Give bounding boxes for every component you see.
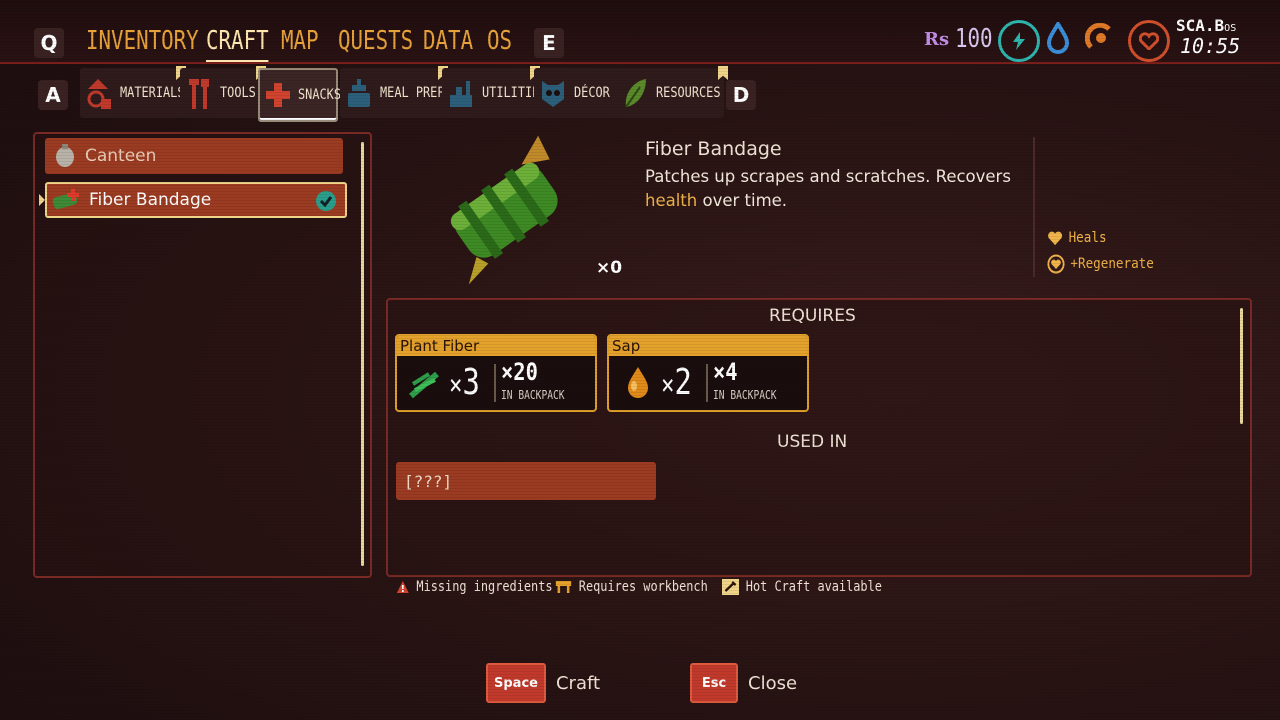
ingredient-required-qty: ×2 [661, 362, 692, 403]
ingredient-divider [494, 364, 496, 402]
tab-map[interactable]: MAP [281, 26, 319, 56]
regenerate-heart-icon [1047, 254, 1065, 274]
category-label: MEAL PREP [380, 85, 445, 101]
heart-icon [1048, 231, 1063, 246]
in-backpack-label: IN BACKPACK [501, 388, 565, 402]
requires-scrollbar[interactable] [1240, 308, 1243, 424]
top-nav: Q INVENTORY CRAFT MAP QUESTS DATA OS E R… [0, 0, 1280, 64]
category-label: TOOLS [220, 85, 256, 101]
prev-category-key[interactable]: A [38, 80, 68, 110]
plant-fiber-icon [409, 371, 439, 399]
food-icon [1082, 20, 1118, 56]
category-tools[interactable]: TOOLS [180, 66, 266, 118]
highlight-word: health [645, 191, 698, 210]
used-in-title: USED IN [777, 432, 848, 452]
prev-menu-key[interactable]: Q [34, 28, 64, 58]
tools-icon [184, 74, 214, 112]
category-label: RESOURCES [656, 85, 721, 101]
currency-display: Rs 100 [924, 24, 1002, 54]
space-key[interactable]: Space [486, 663, 546, 703]
craft-action[interactable]: Space Craft [486, 663, 600, 703]
tab-quests[interactable]: QUESTS [338, 26, 413, 56]
canteen-icon [56, 144, 74, 167]
ingredient-name: Plant Fiber [397, 336, 595, 356]
stamina-icon [998, 20, 1040, 62]
effect-regenerate: +Regenerate [1047, 254, 1154, 274]
ingredient-have-qty: ×20 [501, 358, 538, 386]
in-backpack-label: IN BACKPACK [713, 388, 777, 402]
category-utilities[interactable]: UTILITIES [442, 66, 546, 118]
item-description: Patches up scrapes and scratches. Recove… [645, 167, 1011, 210]
meal-prep-icon [344, 74, 374, 112]
recipe-list: Canteen Fiber Bandage [33, 132, 372, 578]
tab-craft[interactable]: CRAFT [206, 26, 269, 62]
list-item-label: Fiber Bandage [89, 190, 212, 210]
category-label: SNACKS [298, 87, 341, 103]
close-label: Close [748, 672, 798, 694]
tab-inventory[interactable]: INVENTORY [86, 26, 199, 56]
category-materials[interactable]: MATERIALS [80, 66, 186, 118]
hot-craft-icon [722, 579, 739, 595]
fiber-bandage-icon [52, 189, 79, 210]
health-heart-icon [1128, 20, 1170, 62]
ingredient-plant-fiber[interactable]: Plant Fiber ×3 ×20 IN BACKPACK [395, 334, 597, 412]
clock-label: SCA.BOS [1176, 16, 1237, 35]
list-item-selected[interactable]: Fiber Bandage [45, 182, 347, 218]
resources-leaf-icon [620, 74, 650, 112]
craft-label: Craft [555, 672, 601, 694]
next-category-key[interactable]: D [726, 80, 756, 110]
tab-data[interactable]: DATA [423, 26, 473, 56]
category-label: DÉCOR [574, 85, 610, 101]
list-scrollbar[interactable] [361, 142, 364, 566]
detail-divider [1033, 137, 1035, 277]
used-in-item[interactable]: [???] [396, 462, 656, 500]
close-action[interactable]: Esc Close [690, 663, 797, 703]
craftable-check-icon [316, 191, 336, 211]
ingredient-divider [706, 364, 708, 402]
snacks-cross-icon [264, 76, 292, 114]
ingredient-have-qty: ×4 [713, 358, 738, 386]
category-snacks[interactable]: SNACKS [258, 68, 341, 122]
ingredient-sap[interactable]: Sap ×2 ×4 IN BACKPACK [607, 334, 809, 412]
esc-key[interactable]: Esc [690, 663, 738, 703]
legend-workbench: Requires workbench [555, 579, 708, 595]
workbench-icon [555, 581, 572, 593]
category-resources[interactable]: RESOURCES [616, 66, 728, 118]
utilities-icon [446, 74, 476, 112]
sap-drop-icon [628, 367, 648, 398]
new-flag-icon [718, 66, 728, 80]
list-item-label: Canteen [85, 146, 157, 166]
selection-arrow-icon [39, 194, 45, 206]
effect-heals: Heals [1047, 230, 1107, 246]
water-drop-icon [1040, 20, 1076, 56]
clock-time: 10:55 [1180, 34, 1241, 58]
ingredient-name: Sap [609, 336, 807, 356]
requires-title: REQUIRES [769, 306, 856, 326]
tab-os[interactable]: OS [487, 26, 512, 56]
legend-hot-craft: Hot Craft available [722, 579, 882, 595]
decor-icon [538, 74, 568, 112]
item-image [426, 132, 586, 292]
ingredient-required-qty: ×3 [449, 362, 480, 403]
materials-icon [84, 74, 114, 112]
currency-value: 100 [955, 24, 993, 54]
category-meal-prep[interactable]: MEAL PREP [340, 66, 448, 118]
list-item[interactable]: Canteen [45, 138, 343, 174]
warning-icon [396, 581, 409, 593]
item-owned-count: ×0 [596, 258, 623, 278]
category-decor[interactable]: DÉCOR [534, 68, 618, 118]
item-name: Fiber Bandage [645, 138, 782, 160]
next-menu-key[interactable]: E [534, 28, 564, 58]
category-label: MATERIALS [120, 85, 185, 101]
raw-science-icon: Rs [924, 28, 950, 50]
legend-missing: Missing ingredients [396, 579, 553, 595]
